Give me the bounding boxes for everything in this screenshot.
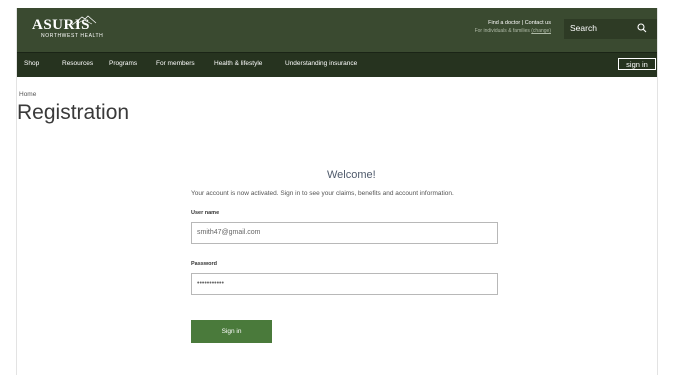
logo-mountain-icon xyxy=(71,15,97,26)
audience-selector: For individuals & families (change) xyxy=(475,28,551,34)
search-input[interactable]: Search xyxy=(570,23,597,33)
nav-item-resources[interactable]: Resources xyxy=(62,60,93,67)
password-label: Password xyxy=(191,261,217,267)
page-title: Registration xyxy=(17,101,130,124)
change-audience-link[interactable]: (change) xyxy=(531,28,551,34)
audience-label: For individuals & families xyxy=(474,28,530,34)
logo[interactable]: ASURIS NORTHWEST HEALTH xyxy=(32,15,104,39)
search-box[interactable]: Search xyxy=(564,19,657,39)
nav-item-shop[interactable]: Shop xyxy=(24,60,39,67)
breadcrumb[interactable]: Home xyxy=(19,91,36,98)
username-label: User name xyxy=(191,210,220,216)
activation-message: Your account is now activated. Sign in t… xyxy=(191,190,454,197)
password-field[interactable]: ••••••••••• xyxy=(191,273,498,295)
nav-item-health-lifestyle[interactable]: Health & lifestyle xyxy=(214,60,262,67)
utility-links: Find a doctor | Contact us For individua… xyxy=(475,20,551,34)
welcome-heading: Welcome! xyxy=(327,169,376,181)
main-nav: Shop Resources Programs For members Heal… xyxy=(17,52,657,77)
search-icon[interactable] xyxy=(637,23,647,33)
nav-item-programs[interactable]: Programs xyxy=(109,60,137,67)
logo-tagline: NORTHWEST HEALTH xyxy=(41,33,104,39)
site-header: ASURIS NORTHWEST HEALTH Find a doctor | … xyxy=(17,8,657,52)
nav-item-understanding-insurance[interactable]: Understanding insurance xyxy=(285,60,357,67)
header-sign-in-button[interactable]: sign in xyxy=(618,58,656,70)
find-contact-links[interactable]: Find a doctor | Contact us xyxy=(475,20,551,26)
page-container: ASURIS NORTHWEST HEALTH Find a doctor | … xyxy=(16,8,658,375)
sign-in-button[interactable]: Sign in xyxy=(191,320,272,343)
username-field[interactable]: smith47@gmail.com xyxy=(191,222,498,244)
nav-item-for-members[interactable]: For members xyxy=(156,60,195,67)
